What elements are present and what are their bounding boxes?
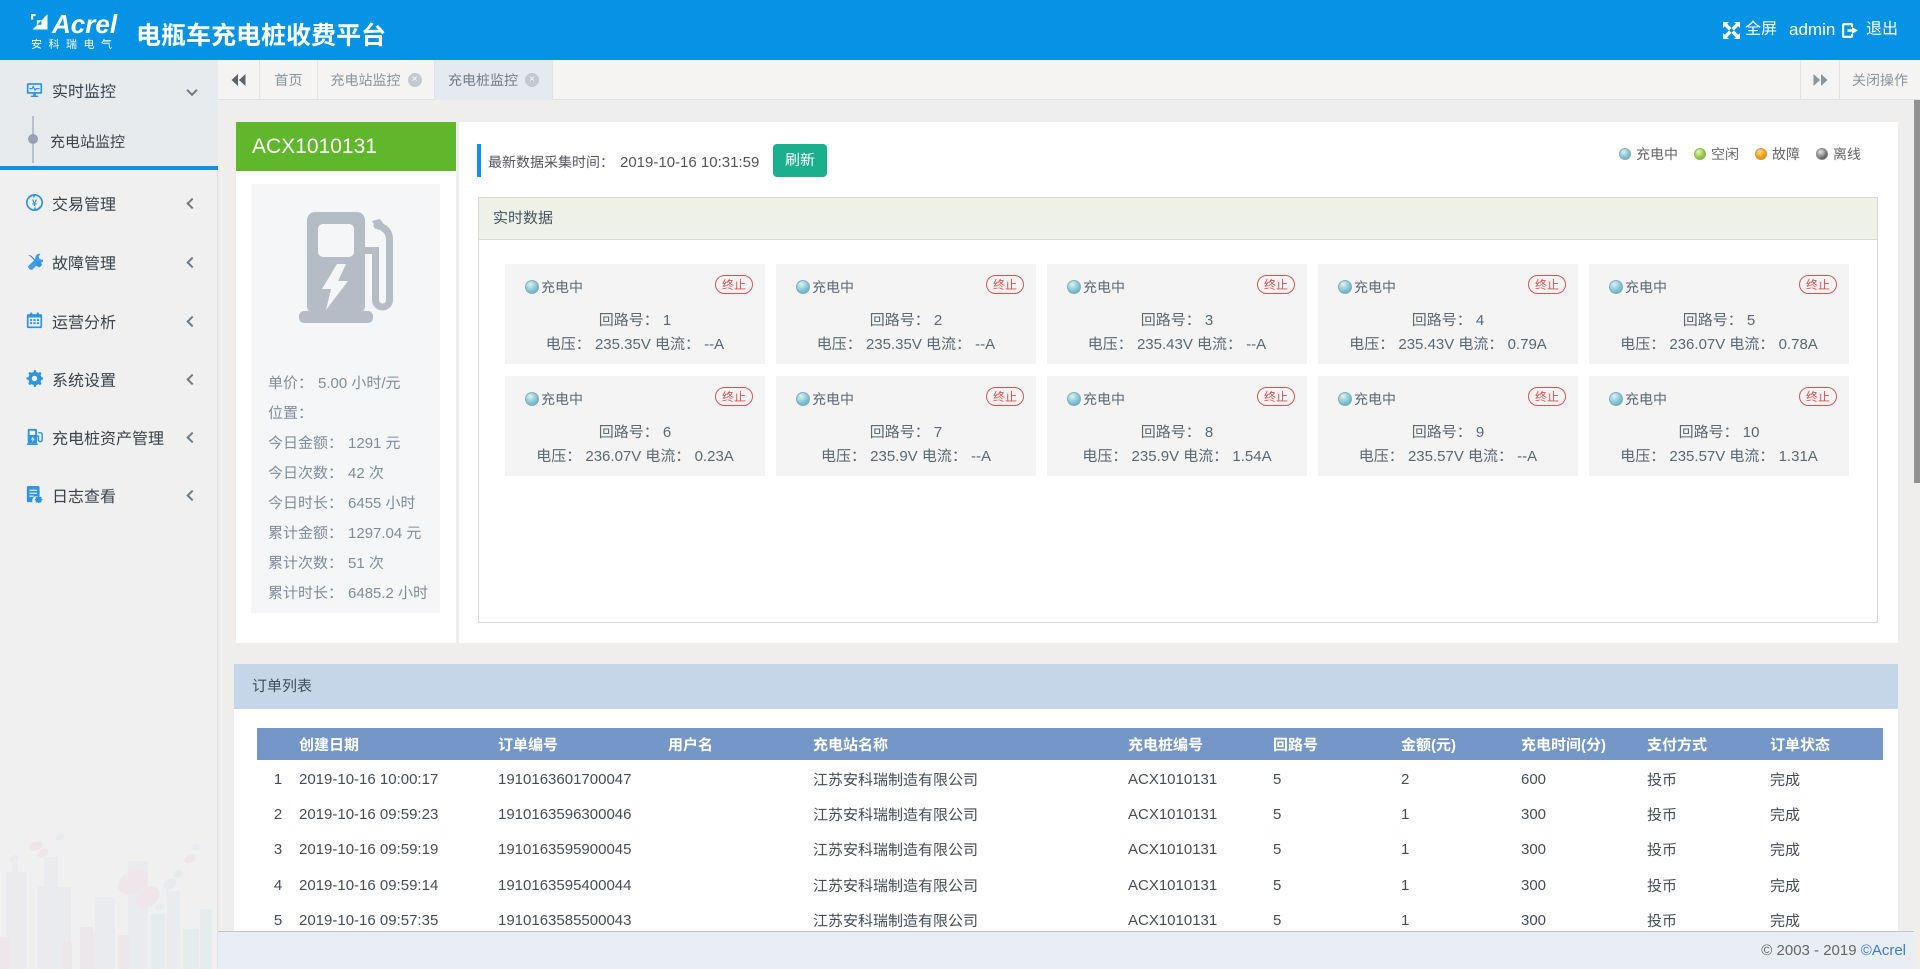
svg-text:¥: ¥ [32, 198, 38, 208]
